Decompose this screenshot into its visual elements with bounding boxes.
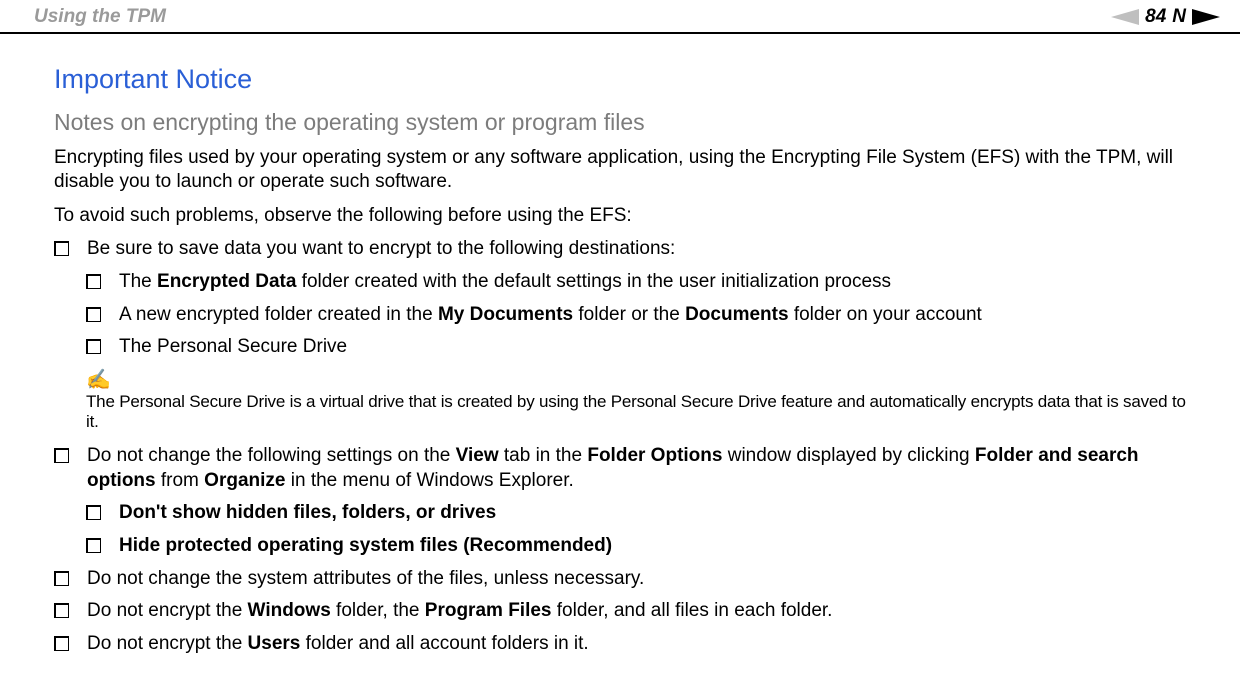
- text-fragment: from: [156, 470, 205, 491]
- bold-text: Hide protected operating system files (R…: [119, 535, 612, 556]
- text-fragment: folder, the: [331, 600, 425, 621]
- list-text: Don't show hidden files, folders, or dri…: [119, 501, 496, 526]
- text-fragment: folder or the: [573, 304, 685, 325]
- bullet-icon: [54, 636, 69, 651]
- note-text: The Personal Secure Drive is a virtual d…: [86, 392, 1186, 432]
- note-block: ✍ The Personal Secure Drive is a virtual…: [86, 370, 1186, 432]
- main-heading: Important Notice: [54, 64, 1186, 95]
- nav-letter[interactable]: N: [1172, 6, 1186, 28]
- bold-text: View: [456, 445, 499, 466]
- text-fragment: A new encrypted folder created in the: [119, 304, 438, 325]
- main-list-2: Do not change the following settings on …: [54, 444, 1186, 493]
- list-text: The Encrypted Data folder created with t…: [119, 270, 891, 295]
- list-item: A new encrypted folder created in the My…: [86, 303, 1186, 328]
- bullet-icon: [86, 307, 101, 322]
- text-fragment: Do not encrypt the: [87, 600, 248, 621]
- list-text: A new encrypted folder created in the My…: [119, 303, 982, 328]
- header-nav: 84 N: [1111, 6, 1220, 28]
- bullet-icon: [54, 241, 69, 256]
- bold-text: Users: [248, 633, 301, 654]
- bold-text: Don't show hidden files, folders, or dri…: [119, 502, 496, 523]
- paragraph-2: To avoid such problems, observe the foll…: [54, 204, 1186, 228]
- list-text: Be sure to save data you want to encrypt…: [87, 237, 675, 262]
- prev-page-icon[interactable]: [1111, 9, 1139, 25]
- bullet-icon: [54, 603, 69, 618]
- list-item: Do not encrypt the Windows folder, the P…: [54, 599, 1186, 624]
- sub-list-1: The Encrypted Data folder created with t…: [86, 270, 1186, 360]
- bullet-icon: [86, 339, 101, 354]
- page-content: Important Notice Notes on encrypting the…: [0, 34, 1240, 685]
- list-item: Do not encrypt the Users folder and all …: [54, 632, 1186, 657]
- bold-text: My Documents: [438, 304, 573, 325]
- text-fragment: window displayed by clicking: [722, 445, 974, 466]
- list-item: Be sure to save data you want to encrypt…: [54, 237, 1186, 262]
- text-fragment: Do not change the following settings on …: [87, 445, 456, 466]
- text-fragment: folder on your account: [789, 304, 982, 325]
- list-item: Do not change the system attributes of t…: [54, 567, 1186, 592]
- sub-heading: Notes on encrypting the operating system…: [54, 109, 1186, 136]
- paragraph-1: Encrypting files used by your operating …: [54, 146, 1186, 194]
- text-fragment: The: [119, 271, 157, 292]
- sub-list-2: Don't show hidden files, folders, or dri…: [86, 501, 1186, 558]
- list-item: Hide protected operating system files (R…: [86, 534, 1186, 559]
- text-fragment: folder created with the default settings…: [296, 271, 891, 292]
- list-item: The Personal Secure Drive: [86, 335, 1186, 360]
- bold-text: Folder Options: [587, 445, 722, 466]
- bullet-icon: [54, 448, 69, 463]
- header-title: Using the TPM: [34, 6, 166, 28]
- bold-text: Organize: [204, 470, 285, 491]
- bold-text: Windows: [248, 600, 331, 621]
- text-fragment: folder, and all files in each folder.: [552, 600, 833, 621]
- page-number: 84: [1145, 6, 1166, 28]
- bold-text: Encrypted Data: [157, 271, 296, 292]
- pencil-note-icon: ✍: [86, 370, 1186, 390]
- list-text: The Personal Secure Drive: [119, 335, 347, 360]
- page-header: Using the TPM 84 N: [0, 0, 1240, 34]
- text-fragment: tab in the: [499, 445, 588, 466]
- list-item: The Encrypted Data folder created with t…: [86, 270, 1186, 295]
- main-list: Be sure to save data you want to encrypt…: [54, 237, 1186, 262]
- list-text: Do not encrypt the Users folder and all …: [87, 632, 589, 657]
- list-item: Do not change the following settings on …: [54, 444, 1186, 493]
- list-text: Do not encrypt the Windows folder, the P…: [87, 599, 832, 624]
- list-text: Hide protected operating system files (R…: [119, 534, 612, 559]
- bold-text: Documents: [685, 304, 788, 325]
- bullet-icon: [86, 505, 101, 520]
- next-page-icon[interactable]: [1192, 9, 1220, 25]
- bullet-icon: [54, 571, 69, 586]
- list-text: Do not change the system attributes of t…: [87, 567, 644, 592]
- list-item: Don't show hidden files, folders, or dri…: [86, 501, 1186, 526]
- bullet-icon: [86, 538, 101, 553]
- bullet-icon: [86, 274, 101, 289]
- text-fragment: folder and all account folders in it.: [300, 633, 588, 654]
- main-list-3: Do not change the system attributes of t…: [54, 567, 1186, 657]
- text-fragment: in the menu of Windows Explorer.: [285, 470, 573, 491]
- bold-text: Program Files: [425, 600, 552, 621]
- text-fragment: Do not encrypt the: [87, 633, 248, 654]
- list-text: Do not change the following settings on …: [87, 444, 1186, 493]
